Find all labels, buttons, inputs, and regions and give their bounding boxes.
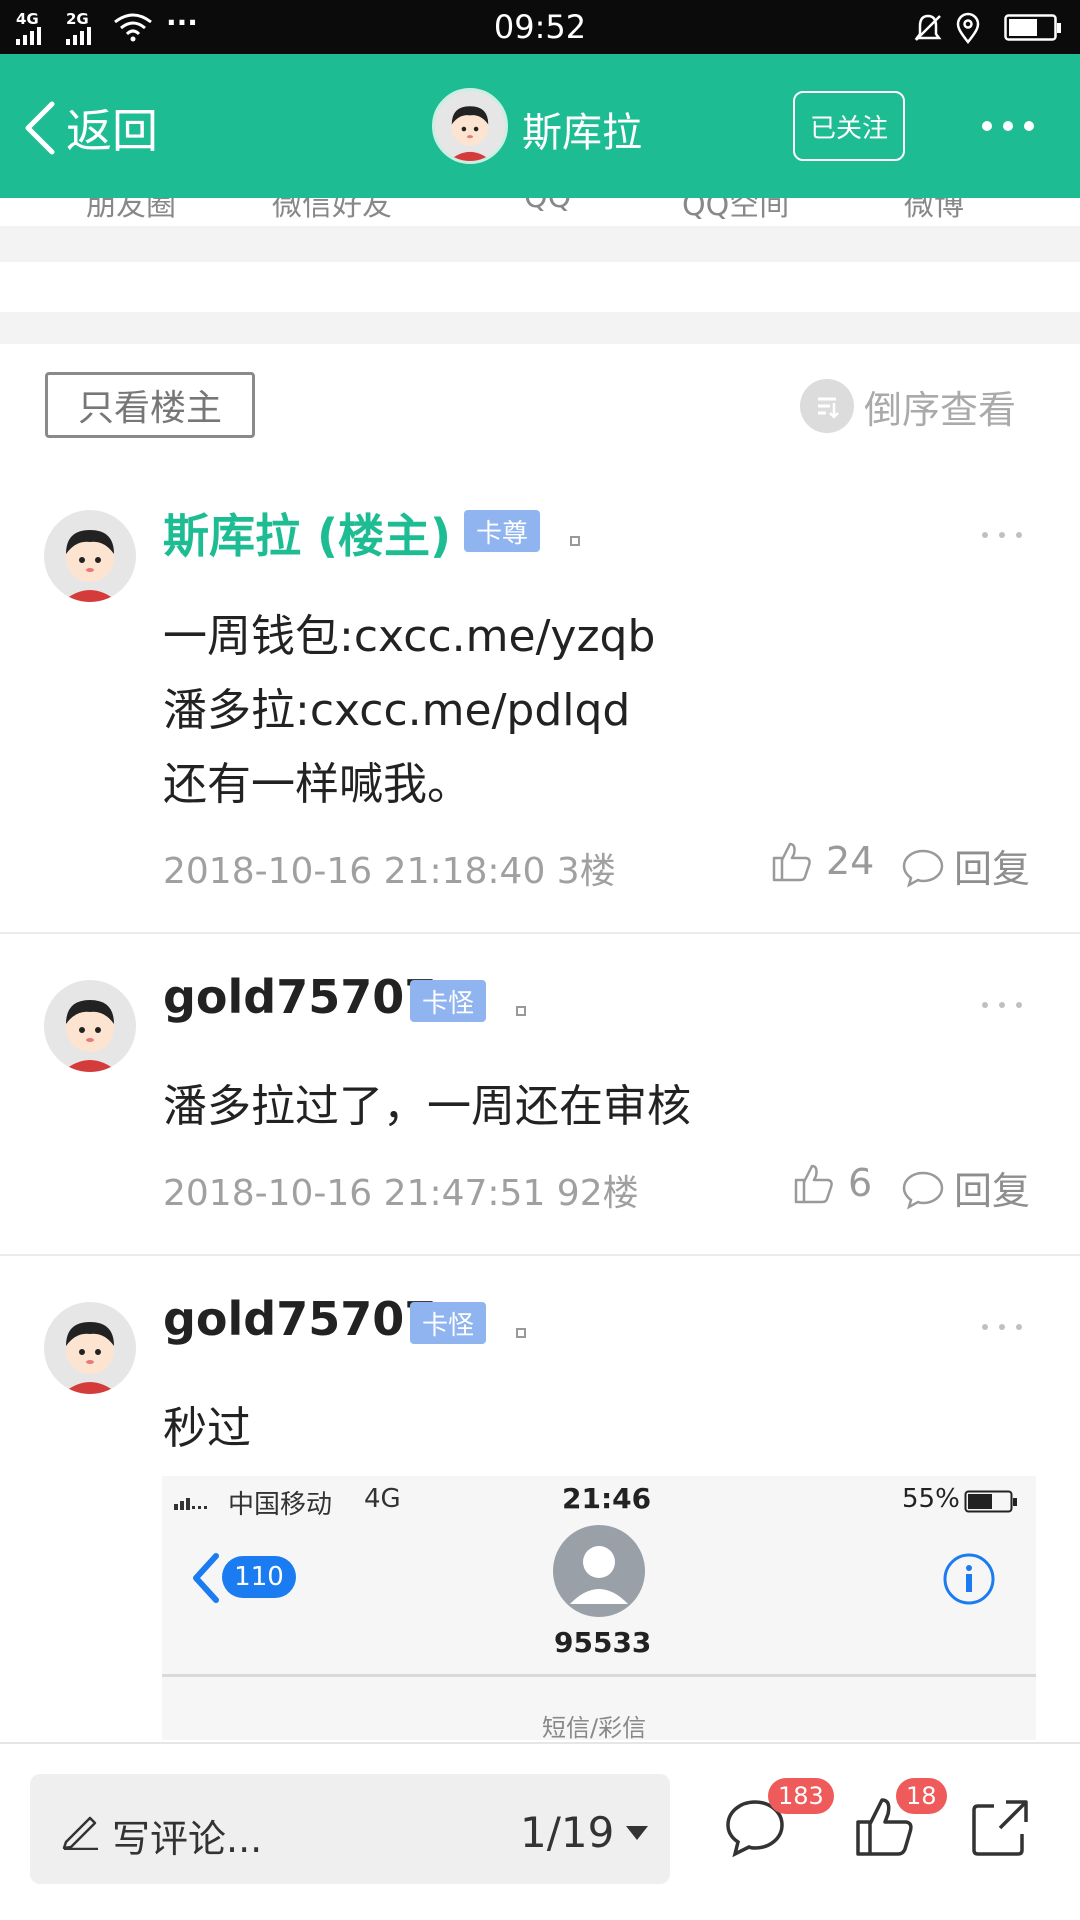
- info-icon: [943, 1553, 995, 1605]
- thumbs-up-icon: [772, 842, 811, 882]
- post-meta: 2018-10-16 21:47:51 92楼: [163, 1173, 639, 1214]
- like-button[interactable]: 24: [768, 838, 874, 884]
- post-content-line: 一周钱包:cxcc.me/yzqb: [163, 611, 656, 662]
- rank-badge: 卡尊: [464, 510, 541, 552]
- more-options-button[interactable]: [982, 116, 1034, 136]
- like-count-badge: 18: [896, 1778, 947, 1814]
- embed-back-count: 110: [222, 1556, 296, 1598]
- reply-label: 回复: [954, 1169, 1031, 1213]
- cartoon-avatar-icon: [62, 1000, 118, 1072]
- avatar[interactable]: [44, 510, 136, 602]
- reverse-order-button[interactable]: 倒序查看: [800, 376, 1016, 436]
- section-divider: [0, 226, 1080, 262]
- share-weibo[interactable]: 微博: [904, 198, 964, 224]
- embed-battery-level: 55%: [902, 1484, 960, 1514]
- like-count: 24: [826, 839, 875, 883]
- post-image[interactable]: 中国移动 4G 21:46 55% 110 95533 短信/彩信: [162, 1476, 1036, 1740]
- post-content-line: 还有一样喊我。: [163, 759, 471, 810]
- level-dot-icon: [516, 1006, 526, 1016]
- comment-bubble-icon: [902, 1171, 944, 1210]
- cartoon-avatar-icon: [62, 1322, 118, 1394]
- comment-count-badge: 183: [768, 1778, 834, 1814]
- cartoon-avatar-icon: [62, 530, 118, 602]
- contact-avatar-icon: [553, 1525, 645, 1617]
- sort-icon: [800, 379, 854, 433]
- share-qq[interactable]: QQ: [524, 198, 571, 215]
- back-arrow-icon: [25, 101, 55, 155]
- battery-icon: [1004, 14, 1061, 41]
- share-moments[interactable]: 朋友圈: [86, 198, 176, 224]
- section-divider: [0, 312, 1080, 344]
- reverse-order-label: 倒序查看: [864, 387, 1017, 432]
- share-row: 朋友圈 微信好友 QQ QQ空间 微博: [0, 198, 1080, 226]
- bottom-action-bar: 写评论... 1/19 183 18: [0, 1742, 1080, 1920]
- back-arrow-icon: [193, 1553, 219, 1603]
- share-qzone[interactable]: QQ空间: [682, 198, 789, 224]
- header-bar: 返回 斯库拉 已关注: [0, 54, 1080, 198]
- only-owner-button[interactable]: 只看楼主: [45, 372, 255, 438]
- page-indicator[interactable]: 1/19: [520, 1808, 614, 1857]
- avatar[interactable]: [44, 980, 136, 1072]
- back-label: 返回: [66, 104, 158, 158]
- share-icon: [972, 1800, 1028, 1856]
- pencil-icon: [62, 1816, 98, 1850]
- post-more-button[interactable]: [982, 532, 1022, 540]
- reply-button[interactable]: 回复: [900, 1160, 1030, 1215]
- author-avatar[interactable]: [432, 88, 508, 164]
- location-icon: [956, 12, 980, 44]
- comment-bubble-icon: [902, 849, 944, 888]
- post-content-line: 秒过: [163, 1403, 251, 1454]
- post-author-name[interactable]: 斯库拉 (楼主): [163, 500, 451, 566]
- cartoon-avatar-icon: [435, 91, 505, 161]
- rank-badge: 卡怪: [410, 1302, 487, 1344]
- author-name: 斯库拉: [522, 110, 642, 156]
- post-more-button[interactable]: [982, 1324, 1022, 1332]
- post-more-button[interactable]: [982, 1002, 1022, 1010]
- level-dot-icon: [570, 536, 580, 546]
- comment-input[interactable]: 写评论... 1/19: [30, 1774, 670, 1884]
- embed-network: 4G: [364, 1484, 401, 1514]
- post-author-name[interactable]: gold75707: [163, 970, 436, 1024]
- post-content-line: 潘多拉:cxcc.me/pdlqd: [163, 685, 631, 736]
- reply-button[interactable]: 回复: [900, 838, 1030, 893]
- post-meta: 2018-10-16 21:18:40 3楼: [163, 851, 616, 892]
- post-divider: [0, 932, 1080, 934]
- embed-time: 21:46: [562, 1482, 652, 1515]
- thumbs-up-icon: [794, 1164, 833, 1204]
- embed-carrier: 中国移动: [228, 1490, 333, 1520]
- rank-badge: 卡怪: [410, 980, 487, 1022]
- dropdown-triangle-icon[interactable]: [624, 1824, 650, 1842]
- embed-contact: 95533: [554, 1626, 652, 1659]
- embed-footer-label: 短信/彩信: [542, 1714, 647, 1740]
- signal-icon: [174, 1498, 207, 1510]
- share-button[interactable]: [966, 1792, 1036, 1862]
- back-button[interactable]: 返回: [20, 90, 158, 166]
- post-divider: [0, 1254, 1080, 1256]
- post-content-line: 潘多拉过了，一周还在审核: [163, 1081, 691, 1132]
- reply-label: 回复: [954, 847, 1031, 891]
- embed-divider: [162, 1674, 1036, 1677]
- share-wechat-friends[interactable]: 微信好友: [272, 198, 392, 224]
- level-dot-icon: [516, 1328, 526, 1338]
- comment-placeholder: 写评论...: [112, 1817, 263, 1861]
- bell-muted-icon: [914, 14, 942, 41]
- avatar[interactable]: [44, 1302, 136, 1394]
- battery-icon: [964, 1490, 1017, 1513]
- like-button[interactable]: 6: [790, 1160, 872, 1206]
- post-author-name[interactable]: gold75707: [163, 1292, 436, 1346]
- status-bar: 4G 2G ··· 09:52: [0, 0, 1080, 54]
- like-count: 6: [848, 1161, 873, 1205]
- follow-button[interactable]: 已关注: [793, 91, 905, 161]
